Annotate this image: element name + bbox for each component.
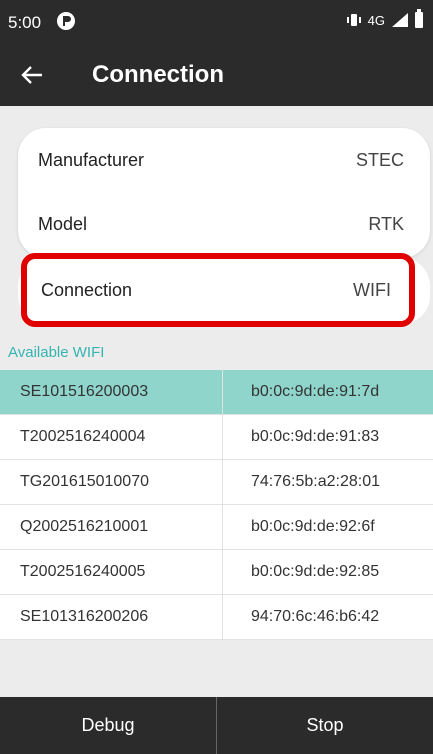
wifi-mac: b0:0c:9d:de:91:83 [222, 415, 433, 459]
model-value: RTK [368, 213, 404, 234]
wifi-name: T2002516240004 [20, 428, 146, 445]
manufacturer-row[interactable]: Manufacturer STEC [18, 130, 430, 190]
signal-icon [392, 13, 408, 27]
wifi-mac: b0:0c:9d:de:91:7d [222, 370, 433, 414]
app-notification-icon [57, 12, 75, 30]
connection-value: WIFI [353, 279, 391, 300]
wifi-name: SE101516200003 [20, 383, 149, 400]
page-title: Connection [92, 61, 224, 88]
model-label: Model [38, 213, 88, 234]
wifi-row[interactable]: T2002516240004 b0:0c:9d:de:91:83 [0, 415, 433, 460]
wifi-mac: b0:0c:9d:de:92:6f [222, 505, 433, 549]
model-row[interactable]: Model RTK [18, 194, 430, 254]
wifi-mac: 74:76:5b:a2:28:01 [222, 460, 433, 504]
wifi-name: Q2002516210001 [20, 518, 149, 535]
arrow-back-icon [21, 66, 42, 84]
connection-row[interactable]: Connection WIFI [21, 253, 415, 327]
wifi-row[interactable]: TG201615010070 74:76:5b:a2:28:01 [0, 460, 433, 505]
status-time: 5:00 [8, 13, 42, 32]
manufacturer-value: STEC [355, 149, 404, 170]
wifi-mac: 94:70:6c:46:b6:42 [222, 595, 433, 639]
available-wifi-label: Available WIFI [8, 344, 105, 361]
connection-label: Connection [41, 279, 133, 300]
manufacturer-label: Manufacturer [38, 149, 145, 170]
device-settings-card: Manufacturer STEC Model RTK [18, 128, 430, 258]
debug-button[interactable]: Debug [0, 697, 216, 754]
app-bar: Connection [0, 45, 433, 106]
wifi-list: SE101516200003 b0:0c:9d:de:91:7d T200251… [0, 370, 433, 640]
wifi-row[interactable]: SE101316200206 94:70:6c:46:b6:42 [0, 595, 433, 640]
vibrate-icon [346, 14, 361, 26]
network-type: 4G [367, 12, 385, 28]
status-icons: 4G [346, 9, 423, 28]
wifi-row[interactable]: Q2002516210001 b0:0c:9d:de:92:6f [0, 505, 433, 550]
wifi-row[interactable]: T2002516240005 b0:0c:9d:de:92:85 [0, 550, 433, 595]
bottom-action-bar: Debug Stop [0, 697, 433, 754]
wifi-row[interactable]: SE101516200003 b0:0c:9d:de:91:7d [0, 370, 433, 415]
wifi-name: TG201615010070 [20, 473, 149, 490]
wifi-name: T2002516240005 [20, 563, 146, 580]
status-bar: 5:00 4G [0, 0, 433, 45]
back-button[interactable] [14, 57, 50, 93]
stop-button[interactable]: Stop [217, 697, 433, 754]
wifi-mac: b0:0c:9d:de:92:85 [222, 550, 433, 594]
battery-icon [415, 9, 423, 28]
wifi-name: SE101316200206 [20, 608, 149, 625]
